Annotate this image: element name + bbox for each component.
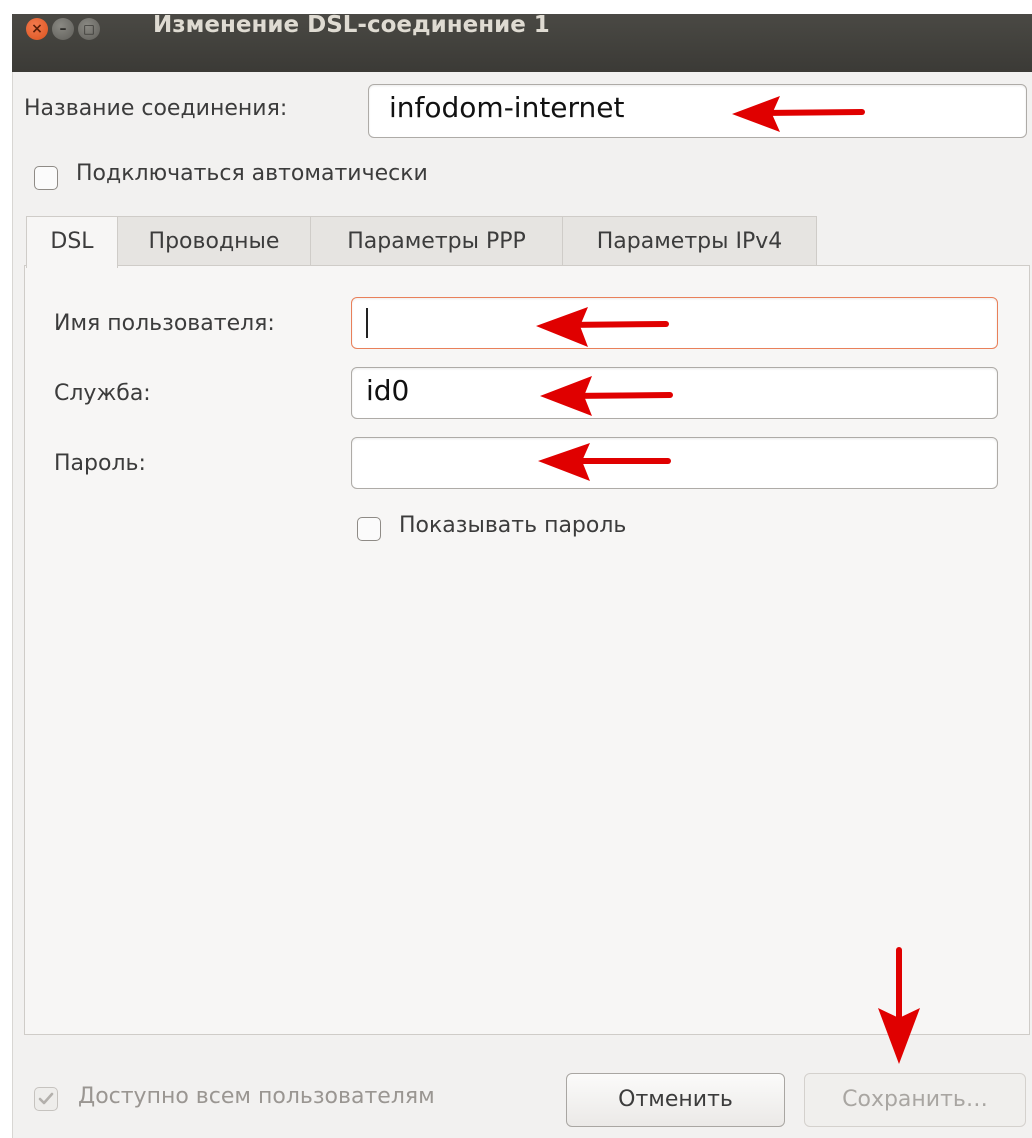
- password-field[interactable]: [351, 437, 998, 489]
- annotation-arrow-down: [878, 947, 920, 1064]
- close-icon[interactable]: ×: [26, 18, 48, 40]
- show-password-label: Показывать пароль: [399, 513, 627, 538]
- auto-connect-checkbox[interactable]: [34, 166, 58, 190]
- window-title: Изменение DSL-соединение 1: [153, 12, 550, 38]
- all-users-checkbox[interactable]: [34, 1087, 58, 1111]
- auto-connect-label: Подключаться автоматически: [76, 161, 428, 186]
- connection-name-value: infodom-internet: [389, 91, 625, 124]
- cancel-button[interactable]: Отменить: [566, 1073, 785, 1127]
- connection-name-label: Название соединения:: [24, 96, 288, 121]
- show-password-checkbox[interactable]: [357, 517, 381, 541]
- username-field[interactable]: [351, 297, 998, 349]
- service-value: id0: [366, 374, 410, 407]
- password-label: Пароль:: [54, 451, 146, 476]
- tab-ipv4[interactable]: Параметры IPv4: [562, 216, 817, 266]
- tab-dsl[interactable]: DSL: [26, 216, 118, 268]
- username-label: Имя пользователя:: [54, 311, 275, 336]
- annotation-arrow-left: [538, 443, 671, 481]
- connection-name-field[interactable]: infodom-internet: [368, 84, 1027, 138]
- annotation-arrow-left: [732, 96, 865, 132]
- all-users-label: Доступно всем пользователям: [78, 1084, 435, 1109]
- tab-wired[interactable]: Проводные: [117, 216, 311, 266]
- maximize-icon[interactable]: □: [78, 18, 100, 40]
- minimize-icon[interactable]: –: [52, 18, 74, 40]
- service-label: Служба:: [54, 381, 151, 406]
- annotation-arrow-left: [540, 376, 673, 416]
- text-cursor: [366, 308, 368, 338]
- tab-ppp[interactable]: Параметры PPP: [310, 216, 563, 266]
- save-button[interactable]: Сохранить…: [804, 1073, 1026, 1127]
- annotation-arrow-left: [536, 307, 669, 347]
- checkmark-icon: [38, 1092, 54, 1105]
